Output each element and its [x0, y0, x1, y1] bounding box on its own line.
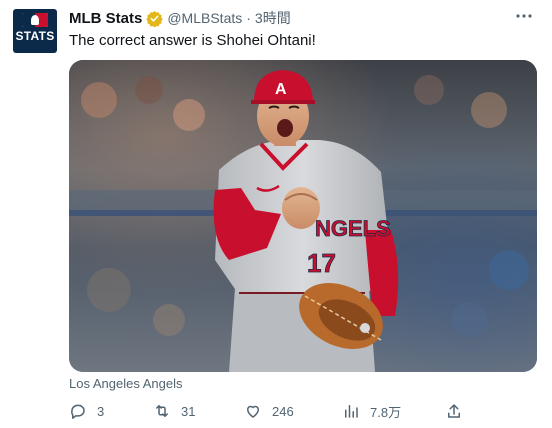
share-button[interactable] [445, 400, 473, 422]
reply-icon [71, 404, 85, 419]
tweet-text: The correct answer is Shohei Ohtani! [69, 32, 316, 49]
jersey-number: 17 [307, 248, 336, 278]
views-icon [345, 405, 358, 418]
share-icon [448, 404, 460, 418]
views-button[interactable]: 7.8万 [342, 400, 401, 422]
reply-button[interactable]: 3 [69, 400, 104, 422]
jersey-letter-a: A [225, 211, 239, 233]
tweet-header: MLB Stats @MLBStats · 3時間 [69, 8, 291, 28]
verified-badge-icon [146, 10, 164, 27]
account-name[interactable]: MLB Stats [69, 10, 142, 27]
image-caption: Los Angeles Angels [69, 376, 183, 391]
tweet-card[interactable]: STATS MLB Stats @MLBStats · 3時間 The corr… [0, 0, 552, 428]
views-count: 7.8万 [370, 404, 402, 420]
reply-count: 3 [97, 403, 105, 419]
cap-logo-letter: A [275, 81, 287, 98]
jersey-text: NGELS [315, 216, 391, 241]
tweet-time[interactable]: 3時間 [255, 8, 291, 28]
retweet-count: 31 [181, 403, 196, 419]
more-icon[interactable] [514, 8, 534, 24]
account-handle[interactable]: @MLBStats [167, 10, 242, 26]
avatar-label: STATS [15, 29, 55, 43]
like-button[interactable]: 246 [244, 400, 294, 422]
mlb-logo-icon [22, 13, 48, 27]
separator-dot: · [246, 10, 251, 26]
like-count: 246 [272, 403, 294, 419]
retweet-button[interactable]: 31 [153, 400, 195, 422]
avatar[interactable]: STATS [13, 9, 57, 53]
tweet-photo[interactable]: A NGELS 17 A [69, 60, 537, 372]
action-bar: 3 31 246 7.8万 [69, 400, 539, 422]
retweet-icon [156, 405, 168, 417]
like-icon [247, 405, 259, 418]
